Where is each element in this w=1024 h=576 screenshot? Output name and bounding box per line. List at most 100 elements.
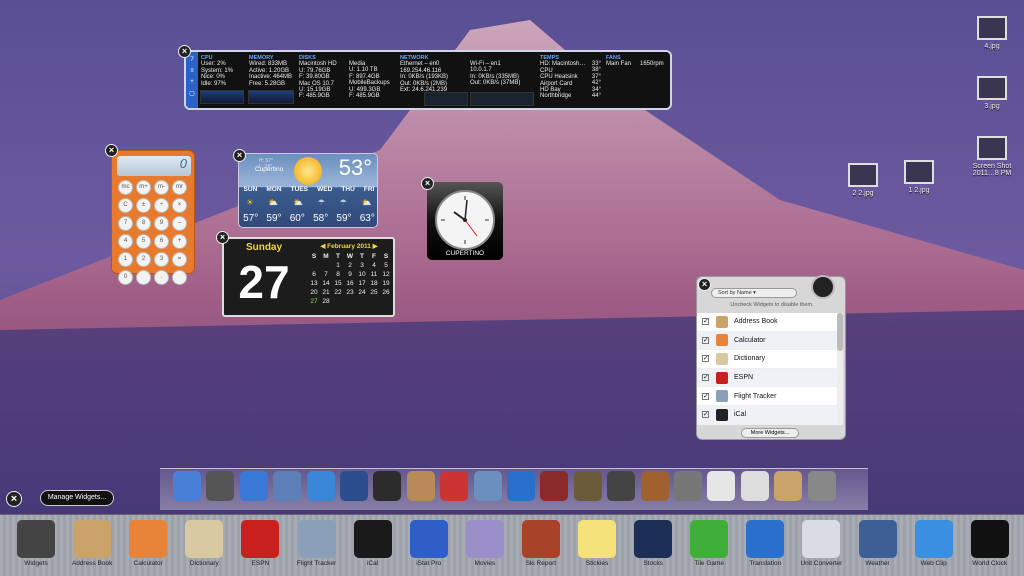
calendar-day[interactable] [368, 298, 380, 305]
more-widgets-button[interactable]: More Widgets... [741, 428, 799, 438]
calculator-widget[interactable]: 0 mc m+ m-mr C ± ÷ × 7 8 9– 4 5 6 +1 2 3 = 0. [111, 150, 195, 285]
widget-bar-item[interactable]: Unit Converter [793, 520, 849, 567]
widget-list[interactable]: ✓ Address Book ✓ Calculator ✓ Dictionary ✓ ESPN… [697, 313, 837, 425]
widget-bar-item[interactable]: ESPN [232, 520, 288, 567]
world-clock-widget[interactable]: CUPERTINO [427, 182, 503, 260]
close-ical-button[interactable]: × [216, 231, 229, 244]
widget-list-item[interactable]: ✓ Flight Tracker [697, 387, 837, 406]
dock-app-icon[interactable] [273, 471, 302, 501]
calendar-day[interactable]: 13 [308, 280, 320, 287]
calendar-day[interactable]: 18 [368, 280, 380, 287]
calc-key[interactable]: 4 [118, 234, 133, 249]
widget-bar-item[interactable]: Weather [850, 520, 906, 567]
dock-app-icon[interactable] [340, 471, 368, 501]
calendar-day[interactable] [308, 262, 320, 269]
calendar-day[interactable]: 17 [356, 280, 368, 287]
enabled-checkbox[interactable]: ✓ [702, 318, 709, 326]
calendar-day[interactable]: 11 [368, 271, 380, 278]
widget-bar-item[interactable]: Stickies [569, 520, 625, 567]
dock-app-icon[interactable] [373, 471, 402, 501]
calc-key[interactable]: mc [118, 180, 133, 195]
close-manager-button[interactable]: × [698, 278, 711, 291]
calc-key[interactable] [172, 270, 187, 285]
enabled-checkbox[interactable]: ✓ [702, 411, 709, 419]
calendar-day[interactable]: 6 [308, 271, 320, 278]
widget-bar-item[interactable]: Address Book [64, 520, 120, 567]
dock-app-icon[interactable] [740, 471, 769, 501]
calendar-day[interactable]: 19 [380, 280, 392, 287]
calc-key[interactable]: × [172, 198, 187, 213]
calc-key[interactable]: 9 [154, 216, 169, 231]
calendar-day[interactable]: 22 [332, 289, 344, 296]
manage-widgets-button[interactable]: Manage Widgets... [40, 490, 114, 506]
calendar-day[interactable]: 4 [368, 262, 380, 269]
dock-app-icon[interactable] [573, 471, 602, 501]
dock-app-icon[interactable] [707, 471, 736, 501]
widget-list-item[interactable]: ✓ Calculator [697, 331, 837, 351]
weather-widget[interactable]: H: 57° L: 38° Cupertino 53° SUN MON TUES WED… [238, 153, 378, 228]
calc-key[interactable]: C [118, 198, 133, 213]
widget-manager[interactable]: Sort by Name ▾ Uncheck Widgets to disabl… [696, 275, 846, 440]
calc-key[interactable]: 2 [136, 252, 151, 267]
widgets-gear-icon[interactable] [811, 275, 835, 299]
enabled-checkbox[interactable]: ✓ [702, 355, 709, 363]
calendar-day[interactable]: 14 [320, 280, 332, 287]
widget-bar-item[interactable]: Widgets [8, 520, 64, 567]
widget-bar-item[interactable]: iStat Pro [401, 520, 457, 567]
widget-bar-item[interactable]: World Clock [962, 520, 1018, 567]
calendar-day[interactable]: 27 [308, 298, 320, 305]
widget-bar-item[interactable]: iCal [345, 520, 401, 567]
desktop-file[interactable]: Screen Shot 2011…8 PM [962, 136, 1022, 177]
dock-app-icon[interactable] [640, 471, 669, 501]
calc-key[interactable]: m- [154, 180, 169, 195]
calendar-day[interactable]: 23 [344, 289, 356, 296]
list-scrollbar[interactable] [837, 313, 843, 425]
istat-tab[interactable]: 7 [186, 57, 198, 63]
calendar-day[interactable] [356, 298, 368, 305]
desktop-file[interactable]: 2 2.jpg [833, 163, 893, 197]
dock-app-icon[interactable] [607, 471, 636, 501]
widget-bar-item[interactable]: Movies [457, 520, 513, 567]
enabled-checkbox[interactable]: ✓ [702, 374, 709, 382]
close-istat-button[interactable]: × [178, 45, 191, 58]
calc-key[interactable]: 5 [136, 234, 151, 249]
widget-list-item[interactable]: ✓ ESPN [697, 368, 837, 388]
widget-list-item[interactable]: ✓ iCal [697, 405, 837, 425]
calc-key[interactable] [136, 270, 151, 285]
dock-app-icon[interactable] [173, 471, 201, 501]
calendar-day[interactable]: 8 [332, 271, 344, 278]
dock-app-icon[interactable] [440, 471, 469, 501]
istat-tab[interactable]: ≡ [186, 68, 198, 74]
calendar-day[interactable] [332, 298, 344, 305]
calendar-day[interactable]: 2 [344, 262, 356, 269]
calc-key[interactable]: ÷ [154, 198, 169, 213]
calendar-day[interactable]: 3 [356, 262, 368, 269]
calendar-day[interactable]: 7 [320, 271, 332, 278]
widget-bar-item[interactable]: Tile Game [681, 520, 737, 567]
desktop-file[interactable]: 3.jpg [962, 76, 1022, 110]
calc-key[interactable]: mr [172, 180, 187, 195]
istat-tabs[interactable]: 7 ≡ + ▢ [186, 52, 198, 108]
calendar-day[interactable]: 10 [356, 271, 368, 278]
widget-list-item[interactable]: ✓ Address Book [697, 313, 837, 332]
calculator-keypad[interactable]: mc m+ m-mr C ± ÷ × 7 8 9– 4 5 6 +1 2 3 = 0. [118, 180, 190, 285]
widget-bar-item[interactable]: Web Clip [906, 520, 962, 567]
calendar-day[interactable]: 12 [380, 271, 392, 278]
calc-key[interactable]: + [172, 234, 187, 249]
desktop-file[interactable]: 1 2.jpg [889, 160, 949, 194]
dock-app-icon[interactable] [540, 471, 569, 501]
calc-key[interactable]: 3 [154, 252, 169, 267]
calc-key[interactable]: 6 [154, 234, 169, 249]
sort-dropdown[interactable]: Sort by Name ▾ [711, 288, 797, 298]
calendar-day[interactable]: 28 [320, 298, 332, 305]
calendar-day[interactable]: 21 [320, 289, 332, 296]
widget-bar-item[interactable]: Calculator [120, 520, 176, 567]
ical-month-grid[interactable]: S M T W T F S 1 2 3 4 5 6 7 8 9 10 11 12 13 14 15 16 17 18 19 20 21… [308, 253, 392, 305]
calc-key[interactable]: – [172, 216, 187, 231]
calendar-day[interactable]: 1 [332, 262, 344, 269]
calc-key[interactable]: = [172, 252, 187, 267]
close-clock-button[interactable]: × [421, 177, 434, 190]
calendar-day[interactable]: 15 [332, 280, 344, 287]
dock-app-icon[interactable] [774, 471, 803, 501]
calendar-day[interactable]: 26 [380, 289, 392, 296]
